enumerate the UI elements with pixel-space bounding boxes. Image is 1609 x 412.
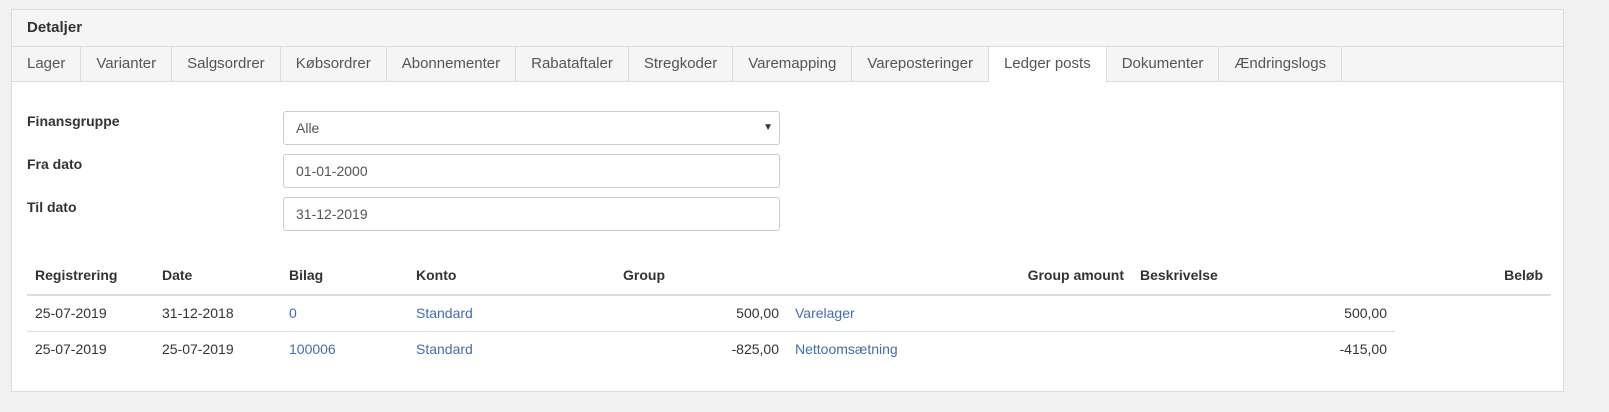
cell-group-amount: -415,00 xyxy=(1132,330,1395,367)
tab-aendringslogs[interactable]: Ændringslogs xyxy=(1219,47,1343,82)
finansgruppe-selected-value: Alle xyxy=(296,120,320,136)
header-registrering[interactable]: Registrering xyxy=(27,255,154,296)
cell-registrering: 25-07-2019 xyxy=(35,305,107,322)
til-dato-row: Til dato 31-12-2019 xyxy=(27,197,1548,240)
tab-salgsordrer[interactable]: Salgsordrer xyxy=(172,47,281,82)
cell-group-value: 500,00 xyxy=(736,305,779,322)
cell-date: 25-07-2019 xyxy=(154,330,281,367)
bilag-link[interactable]: 0 xyxy=(289,305,297,321)
header-group-amount[interactable]: Group amount xyxy=(787,255,1132,296)
til-dato-input[interactable]: 31-12-2019 xyxy=(283,197,780,231)
cell-konto: Standard xyxy=(408,330,615,367)
fra-dato-label: Fra dato xyxy=(27,156,83,172)
tab-varianter[interactable]: Varianter xyxy=(81,47,173,82)
header-bilag[interactable]: Bilag xyxy=(281,255,408,296)
header-beskrivelse[interactable]: Beskrivelse xyxy=(1132,255,1395,296)
ledger-posts-table: Registrering Date Bilag Konto Group Grou… xyxy=(27,255,1551,367)
cell-group-account: Varelager xyxy=(787,295,1132,331)
tab-dokumenter[interactable]: Dokumenter xyxy=(1107,47,1220,82)
table-header-row: Registrering Date Bilag Konto Group Grou… xyxy=(27,255,1551,296)
tab-rabataftaler[interactable]: Rabataftaler xyxy=(516,47,629,82)
tab-kobsordrer[interactable]: Købsordrer xyxy=(281,47,387,82)
cell-group-account: Nettoomsætning xyxy=(787,330,1132,367)
caret-down-icon: ▼ xyxy=(763,122,773,133)
header-date[interactable]: Date xyxy=(154,255,281,296)
header-group[interactable]: Group xyxy=(615,255,787,296)
cell-bilag: 100006 xyxy=(281,330,408,367)
konto-link[interactable]: Standard xyxy=(416,305,473,321)
cell-bilag: 0 xyxy=(281,295,408,331)
cell-empty xyxy=(1395,295,1551,331)
fra-dato-row: Fra dato 01-01-2000 xyxy=(27,154,1548,197)
header-belob[interactable]: Beløb xyxy=(1395,255,1551,296)
details-panel: Detaljer Lager Varianter Salgsordrer Køb… xyxy=(11,9,1564,392)
header-konto[interactable]: Konto xyxy=(408,255,615,296)
finansgruppe-select[interactable]: Alle ▼ xyxy=(283,111,780,145)
group-account-link[interactable]: Varelager xyxy=(795,305,855,321)
group-account-link[interactable]: Nettoomsætning xyxy=(795,341,898,357)
konto-link[interactable]: Standard xyxy=(416,341,473,357)
cell-group-value: -825,00 xyxy=(615,330,787,367)
cell-date: 31-12-2018 xyxy=(162,305,234,322)
tab-abonnementer[interactable]: Abonnementer xyxy=(387,47,517,82)
tab-vareposteringer[interactable]: Vareposteringer xyxy=(852,47,989,82)
table-row: 25-07-2019 25-07-2019 100006 Standard -8… xyxy=(27,330,1551,367)
tab-varemapping[interactable]: Varemapping xyxy=(733,47,853,82)
tab-lager[interactable]: Lager xyxy=(12,47,82,82)
cell-registrering: 25-07-2019 xyxy=(27,330,154,367)
finansgruppe-label: Finansgruppe xyxy=(27,113,120,129)
cell-group-amount: 500,00 xyxy=(1344,305,1387,322)
tab-stregkoder[interactable]: Stregkoder xyxy=(629,47,734,82)
tab-content: Finansgruppe Alle ▼ Fra dato 01-01-2000 … xyxy=(12,111,1563,240)
cell-konto: Standard xyxy=(408,295,615,331)
tab-bar: Lager Varianter Salgsordrer Købsordrer A… xyxy=(12,47,1563,83)
tab-ledger-posts[interactable]: Ledger posts xyxy=(988,47,1107,83)
panel-title: Detaljer xyxy=(12,10,1563,47)
cell-empty xyxy=(1395,331,1551,367)
til-dato-label: Til dato xyxy=(27,199,77,215)
finansgruppe-row: Finansgruppe Alle ▼ xyxy=(27,111,1548,154)
fra-dato-input[interactable]: 01-01-2000 xyxy=(283,154,780,188)
bilag-link[interactable]: 100006 xyxy=(289,341,336,357)
table-row: 25-07-2019 31-12-2018 0 Standard 500,00 … xyxy=(27,295,1551,331)
